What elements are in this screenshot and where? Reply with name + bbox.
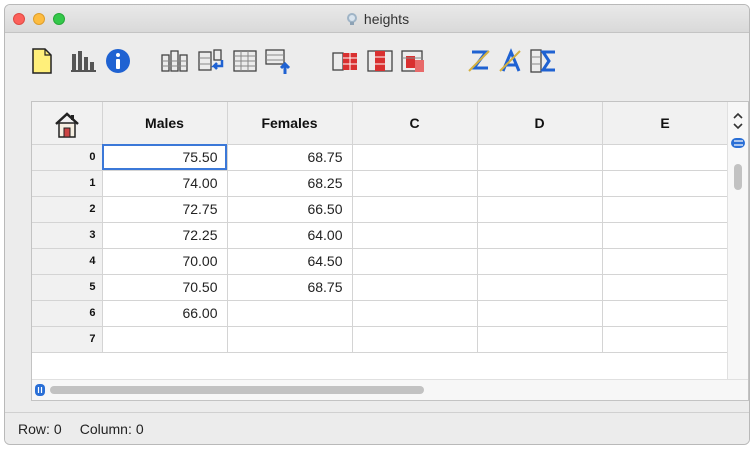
add-row-up-icon[interactable] [263,46,293,76]
delete-column-icon[interactable] [330,46,360,76]
status-bar: Row: 0 Column: 0 [5,412,749,444]
column-header-c[interactable]: C [352,102,478,145]
table-cell[interactable] [477,300,603,327]
horizontal-scroll-thumb[interactable] [50,386,424,394]
clear-cells-icon[interactable] [399,46,429,76]
window-title: heights [363,11,410,27]
table-row: 0 75.50 68.75 [32,144,729,171]
row-split-handle-icon[interactable] [730,136,746,150]
table-cell[interactable] [477,196,603,223]
table-row: 6 66.00 [32,300,729,327]
vertical-scroll-thumb[interactable] [734,164,742,190]
table-row: 3 72.25 64.00 [32,222,729,249]
table-cell[interactable] [477,222,603,249]
table-row: 7 [32,326,729,353]
scroll-arrows-icon[interactable] [731,110,745,132]
table-cell[interactable] [227,326,353,353]
table-cell[interactable] [477,144,603,171]
table-row: 5 70.50 68.75 [32,274,729,301]
table-cell[interactable]: 68.75 [227,274,353,301]
column-header-d[interactable]: D [477,102,603,145]
insert-column-icon[interactable] [159,46,189,76]
table-cell[interactable]: 64.00 [227,222,353,249]
table-cell[interactable] [352,300,478,327]
column-header-males[interactable]: Males [102,102,228,145]
status-column-value: 0 [135,420,144,437]
info-icon[interactable] [103,46,133,76]
table-cell[interactable]: 72.75 [102,196,228,223]
append-row-icon[interactable] [230,46,260,76]
app-window: heights Males Females C D E 0 75.50 68.7… [4,4,750,445]
horizontal-scrollbar[interactable] [32,379,748,400]
table-cell[interactable]: 68.75 [227,144,353,171]
status-row-value: 0 [53,420,62,437]
table-cell[interactable]: 70.50 [102,274,228,301]
table-cell[interactable] [352,248,478,275]
table-cell[interactable] [227,300,353,327]
table-cell[interactable] [352,144,478,171]
table-cell[interactable] [102,326,228,353]
table-cell[interactable] [602,222,729,249]
chart-icon[interactable] [68,46,98,76]
row-header[interactable]: 3 [32,222,103,249]
table-cell[interactable] [477,274,603,301]
table-cell[interactable] [602,300,729,327]
table-cell[interactable]: 74.00 [102,170,228,197]
table-cell[interactable] [602,326,729,353]
row-header[interactable]: 1 [32,170,103,197]
table-cell[interactable]: 68.25 [227,170,353,197]
table-row: 2 72.75 66.50 [32,196,729,223]
table-row: 4 70.00 64.50 [32,248,729,275]
row-header[interactable]: 6 [32,300,103,327]
document-proxy-icon [346,13,357,25]
column-header-females[interactable]: Females [227,102,353,145]
table-cell[interactable] [602,196,729,223]
title-bar: heights [5,5,749,33]
table-cell[interactable] [352,170,478,197]
table-cell[interactable] [602,248,729,275]
status-column-label: Column: [79,420,132,437]
table-cell[interactable]: 66.00 [102,300,228,327]
row-header[interactable]: 7 [32,326,103,353]
table-row: 1 74.00 68.25 [32,170,729,197]
table-cell[interactable] [352,222,478,249]
table-cell[interactable] [477,248,603,275]
table-cell[interactable]: 70.00 [102,248,228,275]
table-cell[interactable] [477,326,603,353]
table-cell-selected[interactable]: 75.50 [102,144,228,171]
table-cell[interactable] [602,170,729,197]
table-cell[interactable]: 72.25 [102,222,228,249]
table-cell[interactable]: 66.50 [227,196,353,223]
home-corner-button[interactable] [32,102,103,145]
vertical-scrollbar[interactable] [727,102,748,379]
spreadsheet-grid: Males Females C D E 0 75.50 68.75 1 74.0… [31,101,749,401]
column-header-e[interactable]: E [602,102,729,145]
delete-row-icon[interactable] [365,46,395,76]
table-cell[interactable]: 64.50 [227,248,353,275]
table-cell[interactable] [602,144,729,171]
sum-icon[interactable] [528,46,558,76]
row-header[interactable]: 0 [32,144,103,171]
status-row-label: Row: [18,420,50,437]
insert-row-icon[interactable] [196,46,226,76]
table-cell[interactable] [477,170,603,197]
row-header[interactable]: 2 [32,196,103,223]
table-cell[interactable] [352,196,478,223]
table-cell[interactable] [352,326,478,353]
column-split-handle-icon[interactable] [34,383,46,397]
toolbar [5,34,749,90]
sort-a-icon[interactable] [496,46,526,76]
table-cell[interactable] [602,274,729,301]
sort-z-icon[interactable] [464,46,494,76]
column-header-row: Males Females C D E [32,102,729,145]
data-table: Males Females C D E 0 75.50 68.75 1 74.0… [32,102,729,353]
new-sheet-icon[interactable] [27,46,57,76]
row-header[interactable]: 4 [32,248,103,275]
row-header[interactable]: 5 [32,274,103,301]
home-icon [54,112,79,138]
table-cell[interactable] [352,274,478,301]
